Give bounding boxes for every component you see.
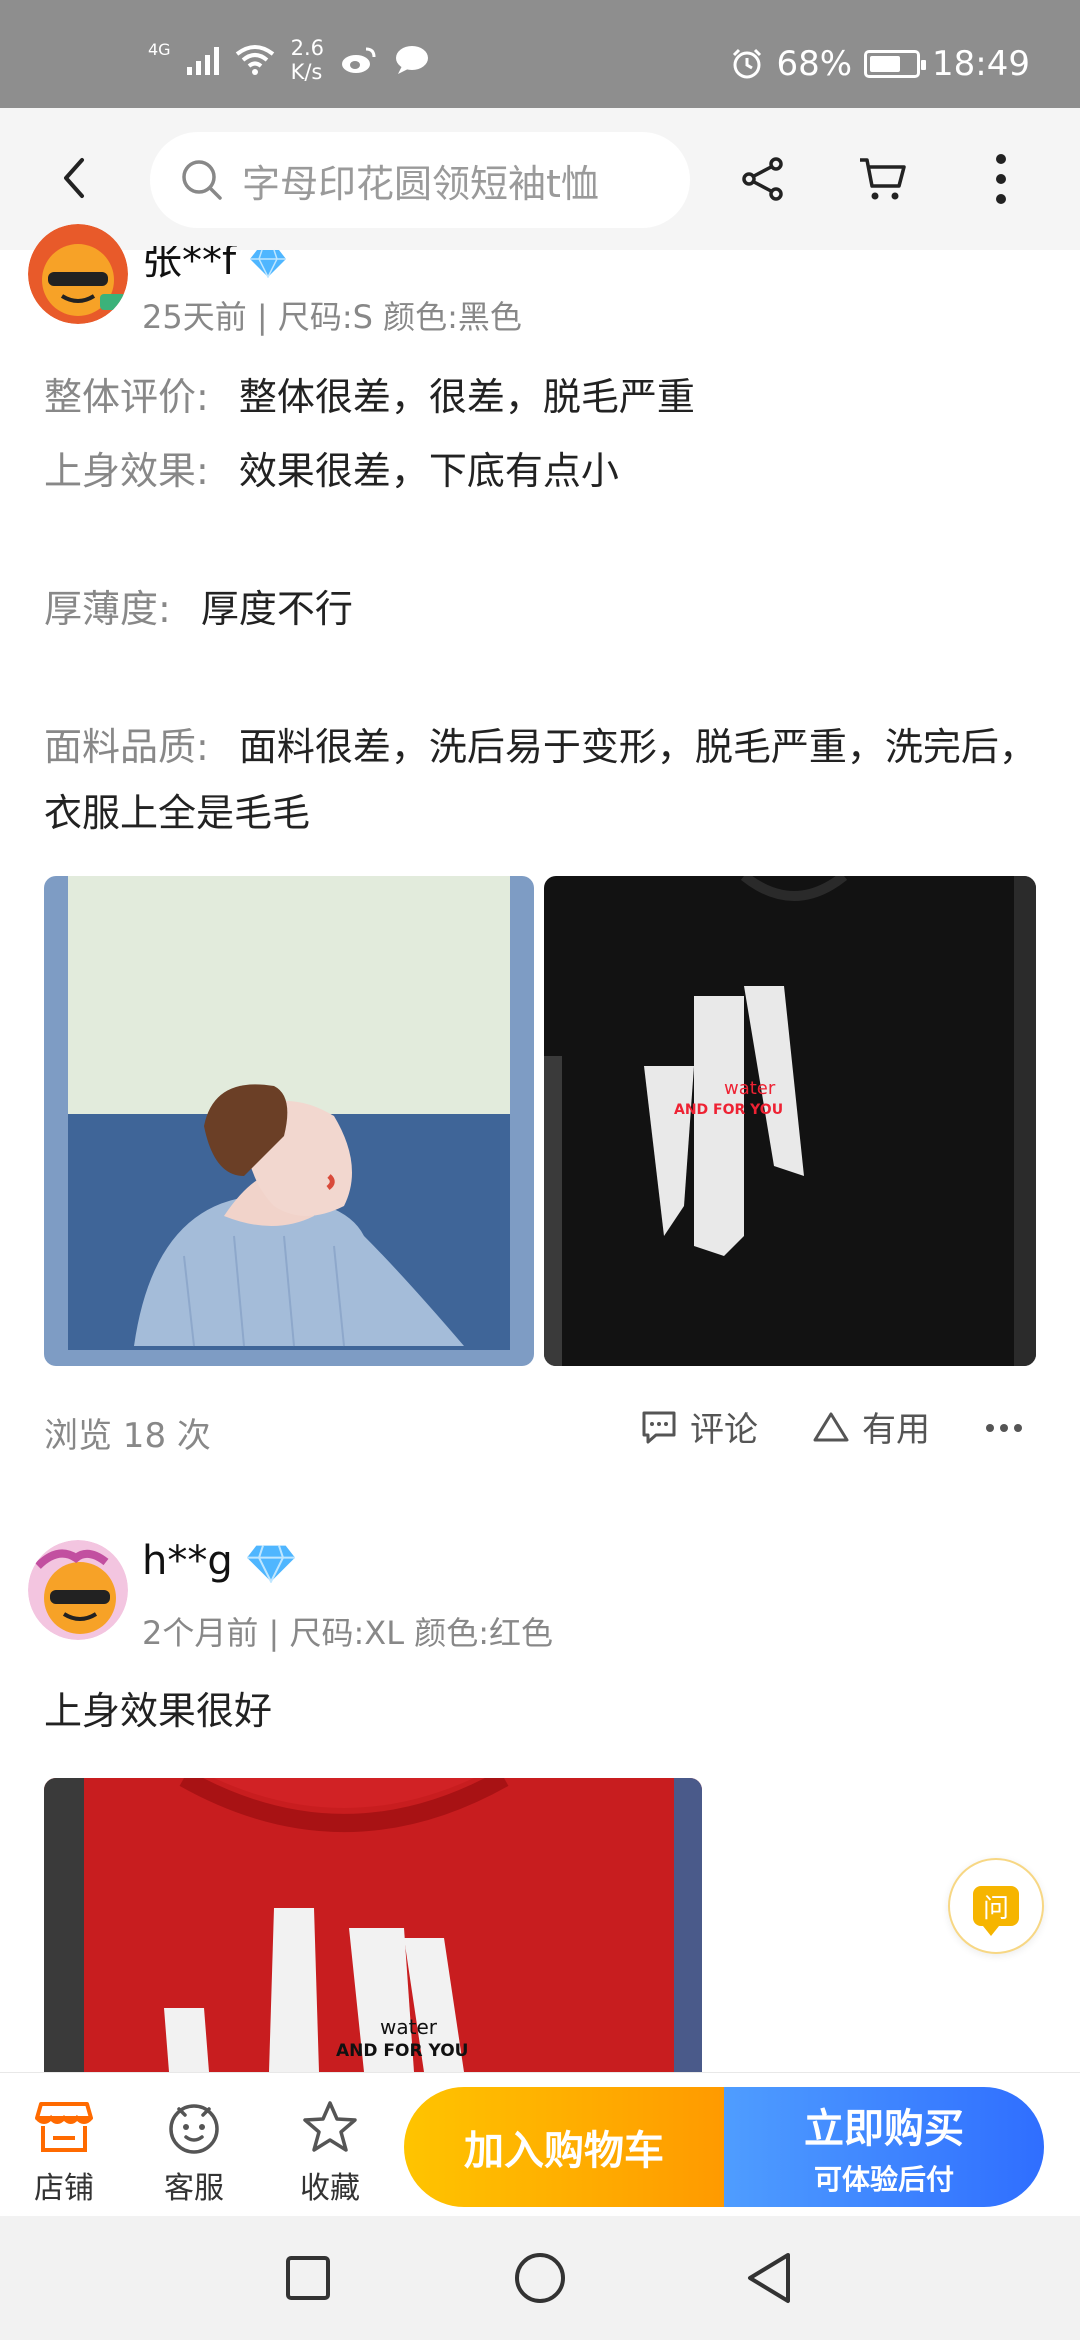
review-field-fit: 上身效果: 效果很差，下底有点小 [44,438,1044,504]
field-value: 效果很差，下底有点小 [238,449,619,493]
cart-icon[interactable] [850,146,916,212]
back-nav-icon[interactable] [738,2246,802,2310]
diamond-icon [249,249,286,279]
field-value: 厚度不行 [200,587,353,631]
useful-button[interactable]: 有用 [812,1402,930,1451]
review-field-overall: 整体评价: 整体很差，很差，脱毛严重 [44,364,1044,430]
top-nav: 字母印花圆领短袖t恤 [0,108,1080,250]
service-label: 客服 [164,2171,224,2206]
diamond-icon [247,1545,296,1584]
battery-icon [864,50,927,78]
comment-label: 评论 [690,1410,758,1450]
view-count: 浏览 18 次 [44,1416,211,1456]
bottom-action-bar: 店铺 客服 收藏 加入购物车 立即购买 可体验后付 [0,2072,1080,2216]
signal-icon [186,45,219,75]
home-icon[interactable] [508,2246,572,2310]
add-to-cart-button[interactable]: 加入购物车 [404,2087,724,2207]
message-icon [395,46,428,74]
search-input[interactable]: 字母印花圆领短袖t恤 [150,132,690,228]
shop-label: 店铺 [34,2171,94,2206]
ask-icon: 问 [973,1886,1019,1936]
shirt-print-subtext: AND FOR YOU [336,2041,468,2061]
shirt-print-text: water [724,1078,776,1099]
field-label: 面料品质: [44,725,209,769]
shirt-print-text: water [380,2015,438,2039]
star-icon [303,2101,357,2152]
status-right: 68% 18:49 [730,44,1030,84]
buy-now-button[interactable]: 立即购买 可体验后付 [724,2087,1044,2207]
search-text: 字母印花圆领短袖t恤 [242,161,599,206]
battery-percent: 68% [776,44,853,84]
field-value: 整体很差，很差，脱毛严重 [238,375,695,419]
ask-button[interactable]: 问 [948,1858,1044,1954]
weibo-icon [341,47,376,73]
buy-now-sublabel: 可体验后付 [813,2163,954,2196]
net-speed: 2.6 K/s [291,36,324,84]
service-icon [169,2104,219,2154]
add-to-cart-label: 加入购物车 [464,2128,664,2174]
review-meta: 2个月前 | 尺码:XL 颜色:红色 [142,1614,553,1652]
favorite-button[interactable]: 收藏 [270,2097,390,2207]
comment-icon [642,1411,676,1443]
buy-now-label: 立即购买 [804,2106,964,2152]
back-icon[interactable] [44,148,104,208]
share-icon[interactable] [730,146,796,212]
favorite-label: 收藏 [300,2171,360,2206]
review-field-fabric: 面料品质: 面料很差，洗后易于变形，脱毛严重，洗完后，衣服上全是毛毛 [44,714,1044,846]
review-meta: 25天前 | 尺码:S 颜色:黑色 [142,298,522,336]
review-photo-3[interactable]: water AND FOR YOU [44,1778,702,2072]
wifi-icon [235,45,274,75]
service-button[interactable]: 客服 [134,2097,254,2207]
shop-button[interactable]: 店铺 [4,2097,124,2207]
clock: 18:49 [932,44,1030,84]
avatar[interactable] [28,224,128,324]
status-bar: 4G 2.6 K/s 68% 18:49 [0,0,1080,108]
shirt-print-subtext: AND FOR YOU [674,1102,783,1118]
triangle-icon [813,1412,849,1441]
review-field-thickness: 厚薄度: 厚度不行 [44,576,1044,642]
alarm-icon [733,48,762,79]
net-speed-unit: K/s [290,60,323,84]
comment-button[interactable]: 评论 [640,1402,758,1451]
review-username: h**g [142,1538,297,1584]
field-label: 厚薄度: [44,587,171,631]
store-icon [35,2102,93,2152]
avatar[interactable] [28,1540,128,1640]
system-nav-bar [0,2216,1080,2340]
more-vertical-icon[interactable] [968,146,1034,212]
field-label: 整体评价: [44,375,209,419]
search-icon [182,160,222,200]
network-type: 4G [148,40,171,59]
recents-icon[interactable] [276,2246,340,2310]
review-photo-1[interactable] [44,876,534,1366]
field-label: 上身效果: [44,449,209,493]
review-text: 上身效果很好 [44,1689,273,1733]
review-stats: 浏览 18 次 评论 有用 [44,1402,1034,1456]
review-username-text: h**g [142,1538,233,1584]
review-photo-2[interactable]: water AND FOR YOU [544,876,1036,1366]
status-left: 4G 2.6 K/s [148,36,430,84]
more-horizontal-icon[interactable] [984,1408,1024,1448]
net-speed-value: 2.6 [290,36,324,60]
useful-label: 有用 [862,1410,930,1450]
